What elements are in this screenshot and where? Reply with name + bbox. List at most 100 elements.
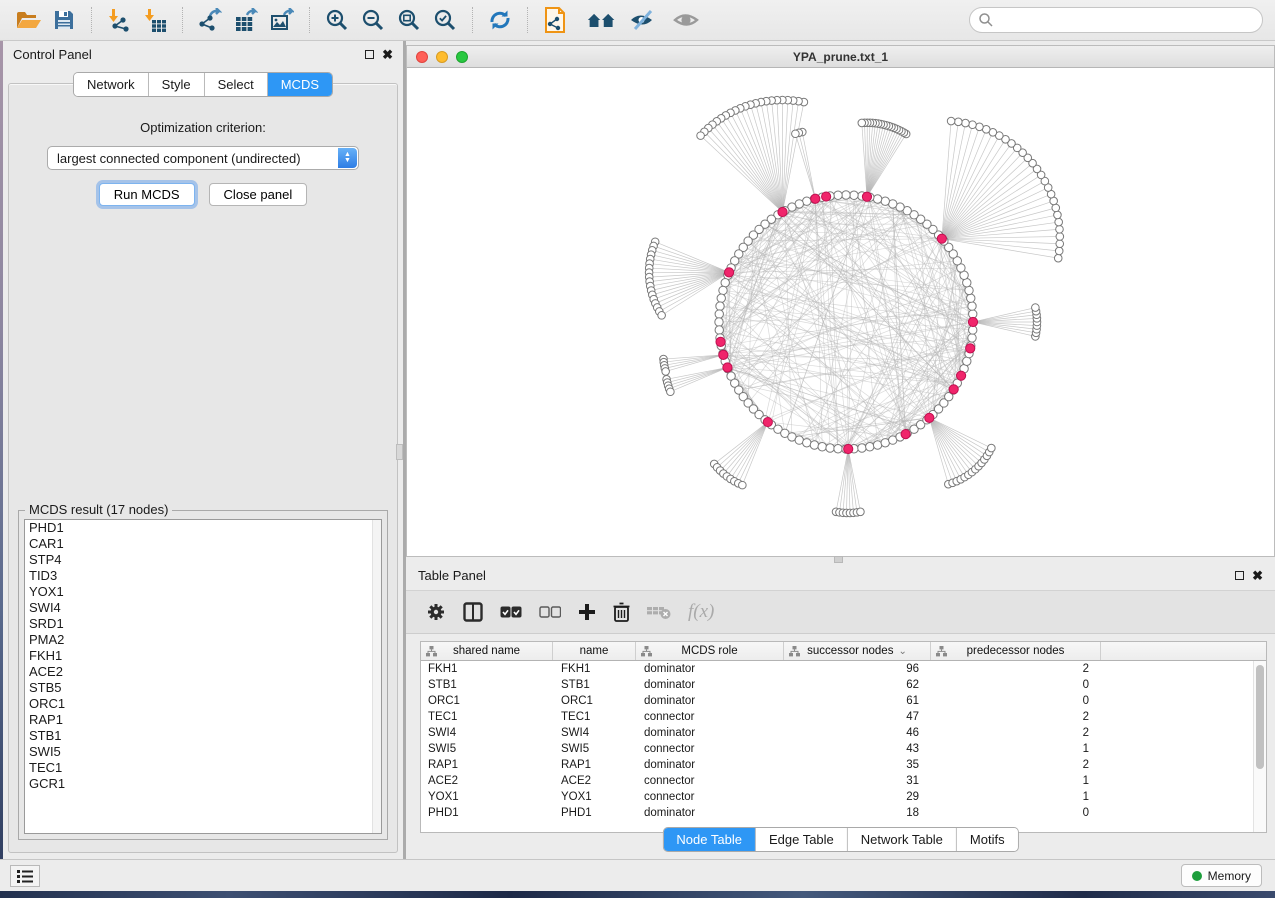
- tab-style[interactable]: Style: [149, 73, 205, 96]
- table-row[interactable]: YOX1YOX1connector291: [421, 789, 1266, 805]
- scrollbar-thumb[interactable]: [1256, 665, 1264, 769]
- tab-network-table[interactable]: Network Table: [848, 828, 957, 851]
- table-row[interactable]: ORC1ORC1dominator610: [421, 693, 1266, 709]
- float-panel-icon[interactable]: [365, 50, 374, 59]
- apply-layout-icon[interactable]: [485, 5, 515, 35]
- network-node[interactable]: [715, 326, 723, 334]
- network-node[interactable]: [873, 195, 881, 203]
- network-node[interactable]: [963, 357, 971, 365]
- network-node[interactable]: [719, 286, 727, 294]
- network-node[interactable]: [858, 119, 866, 127]
- network-node[interactable]: [826, 444, 834, 452]
- mcds-result-item[interactable]: YOX1: [25, 584, 381, 600]
- network-node[interactable]: [1056, 233, 1064, 241]
- export-image-icon[interactable]: [267, 5, 297, 35]
- column-header-predecessor-nodes[interactable]: predecessor nodes: [931, 642, 1101, 660]
- mcds-result-item[interactable]: PMA2: [25, 632, 381, 648]
- network-node[interactable]: [667, 388, 675, 396]
- mcds-result-list[interactable]: PHD1CAR1STP4TID3YOX1SWI4SRD1PMA2FKH1ACE2…: [24, 519, 382, 834]
- network-node[interactable]: [873, 441, 881, 449]
- network-node[interactable]: [810, 441, 818, 449]
- network-node[interactable]: [1054, 254, 1062, 262]
- memory-button[interactable]: Memory: [1181, 864, 1262, 887]
- table-row[interactable]: RAP1RAP1dominator352: [421, 757, 1266, 773]
- column-header-shared-name[interactable]: shared name: [421, 642, 553, 660]
- network-node[interactable]: [1055, 247, 1063, 255]
- task-history-button[interactable]: [10, 865, 40, 887]
- search-input[interactable]: [994, 10, 1262, 30]
- network-node[interactable]: [955, 118, 963, 126]
- mcds-result-item[interactable]: ORC1: [25, 696, 381, 712]
- import-table-icon[interactable]: [140, 5, 170, 35]
- network-node[interactable]: [717, 294, 725, 302]
- network-node[interactable]: [662, 368, 670, 376]
- open-session-icon[interactable]: [13, 5, 43, 35]
- mcds-result-item[interactable]: STB1: [25, 728, 381, 744]
- dominator-node[interactable]: [763, 417, 772, 426]
- dominator-node[interactable]: [937, 234, 946, 243]
- network-node[interactable]: [965, 286, 973, 294]
- network-node[interactable]: [947, 117, 955, 125]
- show-all-icon[interactable]: [671, 5, 701, 35]
- network-node[interactable]: [697, 132, 705, 140]
- dominator-node[interactable]: [862, 192, 871, 201]
- hide-selected-icon[interactable]: [628, 5, 658, 35]
- mcds-result-item[interactable]: STB5: [25, 680, 381, 696]
- network-node[interactable]: [976, 123, 984, 131]
- mcds-result-item[interactable]: GCR1: [25, 776, 381, 792]
- dominator-node[interactable]: [844, 444, 853, 453]
- mcds-result-item[interactable]: STP4: [25, 552, 381, 568]
- dominator-node[interactable]: [716, 337, 725, 346]
- settings-gear-icon[interactable]: [426, 602, 446, 622]
- column-header-successor-nodes[interactable]: successor nodes⌄: [784, 642, 931, 660]
- mcds-result-item[interactable]: TID3: [25, 568, 381, 584]
- mcds-result-item[interactable]: SWI4: [25, 600, 381, 616]
- save-session-icon[interactable]: [49, 5, 79, 35]
- network-canvas[interactable]: [407, 68, 1274, 556]
- network-node[interactable]: [716, 302, 724, 310]
- tab-node-table[interactable]: Node Table: [663, 828, 756, 851]
- network-node[interactable]: [739, 481, 747, 489]
- table-row[interactable]: SWI5SWI5connector431: [421, 741, 1266, 757]
- toggle-column-panel-icon[interactable]: [463, 602, 483, 622]
- mcds-result-item[interactable]: PHD1: [25, 520, 381, 536]
- zoom-selected-icon[interactable]: [430, 5, 460, 35]
- dominator-node[interactable]: [811, 194, 820, 203]
- network-node[interactable]: [866, 443, 874, 451]
- mcds-result-item[interactable]: ACE2: [25, 664, 381, 680]
- tab-motifs[interactable]: Motifs: [957, 828, 1018, 851]
- network-node[interactable]: [969, 121, 977, 129]
- dominator-node[interactable]: [901, 430, 910, 439]
- run-mcds-button[interactable]: Run MCDS: [99, 183, 195, 206]
- column-header-MCDS-role[interactable]: MCDS role: [636, 642, 784, 660]
- network-node[interactable]: [818, 443, 826, 451]
- network-node[interactable]: [721, 279, 729, 287]
- table-row[interactable]: SWI4SWI4dominator462: [421, 725, 1266, 741]
- table-row[interactable]: FKH1FKH1dominator962: [421, 661, 1266, 677]
- select-all-icon[interactable]: [500, 605, 522, 619]
- network-node[interactable]: [842, 191, 850, 199]
- network-node[interactable]: [968, 302, 976, 310]
- network-node[interactable]: [1052, 204, 1060, 212]
- network-node[interactable]: [658, 312, 666, 320]
- mcds-result-item[interactable]: FKH1: [25, 648, 381, 664]
- vertical-splitter-handle[interactable]: [396, 444, 403, 460]
- zoom-fit-icon[interactable]: [394, 5, 424, 35]
- network-node[interactable]: [967, 294, 975, 302]
- table-row[interactable]: STB1STB1dominator620: [421, 677, 1266, 693]
- criterion-dropdown[interactable]: largest connected component (undirected)…: [47, 146, 359, 170]
- network-node[interactable]: [1032, 304, 1040, 312]
- float-panel-icon[interactable]: [1235, 571, 1244, 580]
- close-panel-button[interactable]: Close panel: [209, 183, 308, 206]
- network-node[interactable]: [1056, 240, 1064, 248]
- network-node[interactable]: [968, 334, 976, 342]
- export-table-icon[interactable]: [231, 5, 261, 35]
- network-node[interactable]: [857, 508, 865, 516]
- dominator-node[interactable]: [822, 192, 831, 201]
- deselect-all-icon[interactable]: [539, 605, 561, 619]
- zoom-in-icon[interactable]: [322, 5, 352, 35]
- dominator-node[interactable]: [957, 371, 966, 380]
- dominator-node[interactable]: [966, 344, 975, 353]
- network-search-box[interactable]: [969, 7, 1263, 33]
- table-row[interactable]: TEC1TEC1connector472: [421, 709, 1266, 725]
